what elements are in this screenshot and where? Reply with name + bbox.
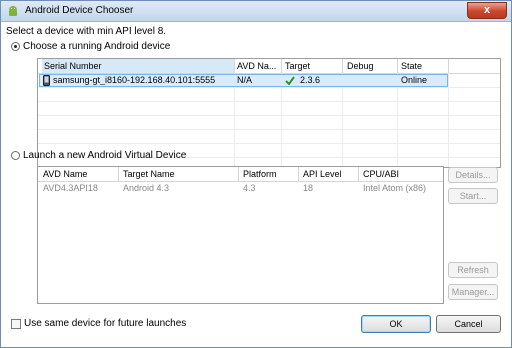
avd-table-header: AVD Name Target Name Platform API Level … [38, 167, 443, 182]
device-avd: N/A [237, 75, 253, 85]
column-header-api-level[interactable]: API Level [303, 169, 358, 179]
table-header: Serial Number AVD Na... Target Debug Sta… [38, 59, 500, 74]
avd-platform: 4.3 [243, 183, 256, 193]
column-header-target-name[interactable]: Target Name [123, 169, 238, 179]
avd-name: AVD4.3API18 [43, 183, 98, 193]
device-state: Online [401, 75, 428, 85]
refresh-button[interactable]: Refresh [448, 262, 498, 278]
window-title: Android Device Chooser [25, 5, 134, 16]
ok-button[interactable]: OK [361, 315, 431, 333]
prompt-text: Select a device with min API level 8. [6, 26, 167, 37]
choose-running-radio[interactable] [11, 42, 20, 51]
column-header-platform[interactable]: Platform [243, 169, 298, 179]
avd-table[interactable]: AVD Name Target Name Platform API Level … [37, 166, 444, 304]
launch-avd-label: Launch a new Android Virtual Device [23, 150, 187, 161]
table-row[interactable]: AVD4.3API18 Android 4.3 4.3 18 Intel Ato… [38, 182, 443, 195]
title-bar[interactable]: Android Device Chooser x [1, 1, 511, 22]
device-target: 2.3.6 [300, 75, 321, 85]
phone-icon [43, 75, 50, 86]
start-button[interactable]: Start... [448, 188, 498, 204]
close-icon: x [483, 4, 491, 16]
checkmark-icon [285, 76, 295, 85]
same-device-checkbox[interactable] [11, 319, 21, 329]
choose-running-label: Choose a running Android device [23, 41, 171, 52]
cancel-button[interactable]: Cancel [436, 315, 501, 333]
column-header-debug[interactable]: Debug [347, 61, 397, 71]
device-serial: samsung-gt_i8160-192.168.40.101:5555 [53, 75, 216, 85]
column-header-avd[interactable]: AVD Na... [237, 61, 280, 71]
column-header-state[interactable]: State [401, 61, 451, 71]
dialog-body: Select a device with min API level 8. Ch… [6, 22, 506, 342]
launch-avd-radio[interactable] [11, 151, 20, 160]
column-header-cpu-abi[interactable]: CPU/ABI [363, 169, 441, 179]
device-chooser-window: Android Device Chooser x Select a device… [0, 0, 512, 348]
column-header-target[interactable]: Target [285, 61, 340, 71]
column-header-avd-name[interactable]: AVD Name [43, 169, 118, 179]
close-button[interactable]: x [467, 2, 507, 19]
manager-button[interactable]: Manager... [448, 284, 498, 300]
details-button[interactable]: Details... [448, 167, 498, 183]
avd-api-level: 18 [303, 183, 314, 193]
android-icon [9, 6, 17, 16]
column-header-serial[interactable]: Serial Number [42, 59, 234, 73]
avd-cpu-abi: Intel Atom (x86) [363, 183, 427, 193]
avd-target-name: Android 4.3 [123, 183, 170, 193]
same-device-label: Use same device for future launches [24, 318, 187, 329]
